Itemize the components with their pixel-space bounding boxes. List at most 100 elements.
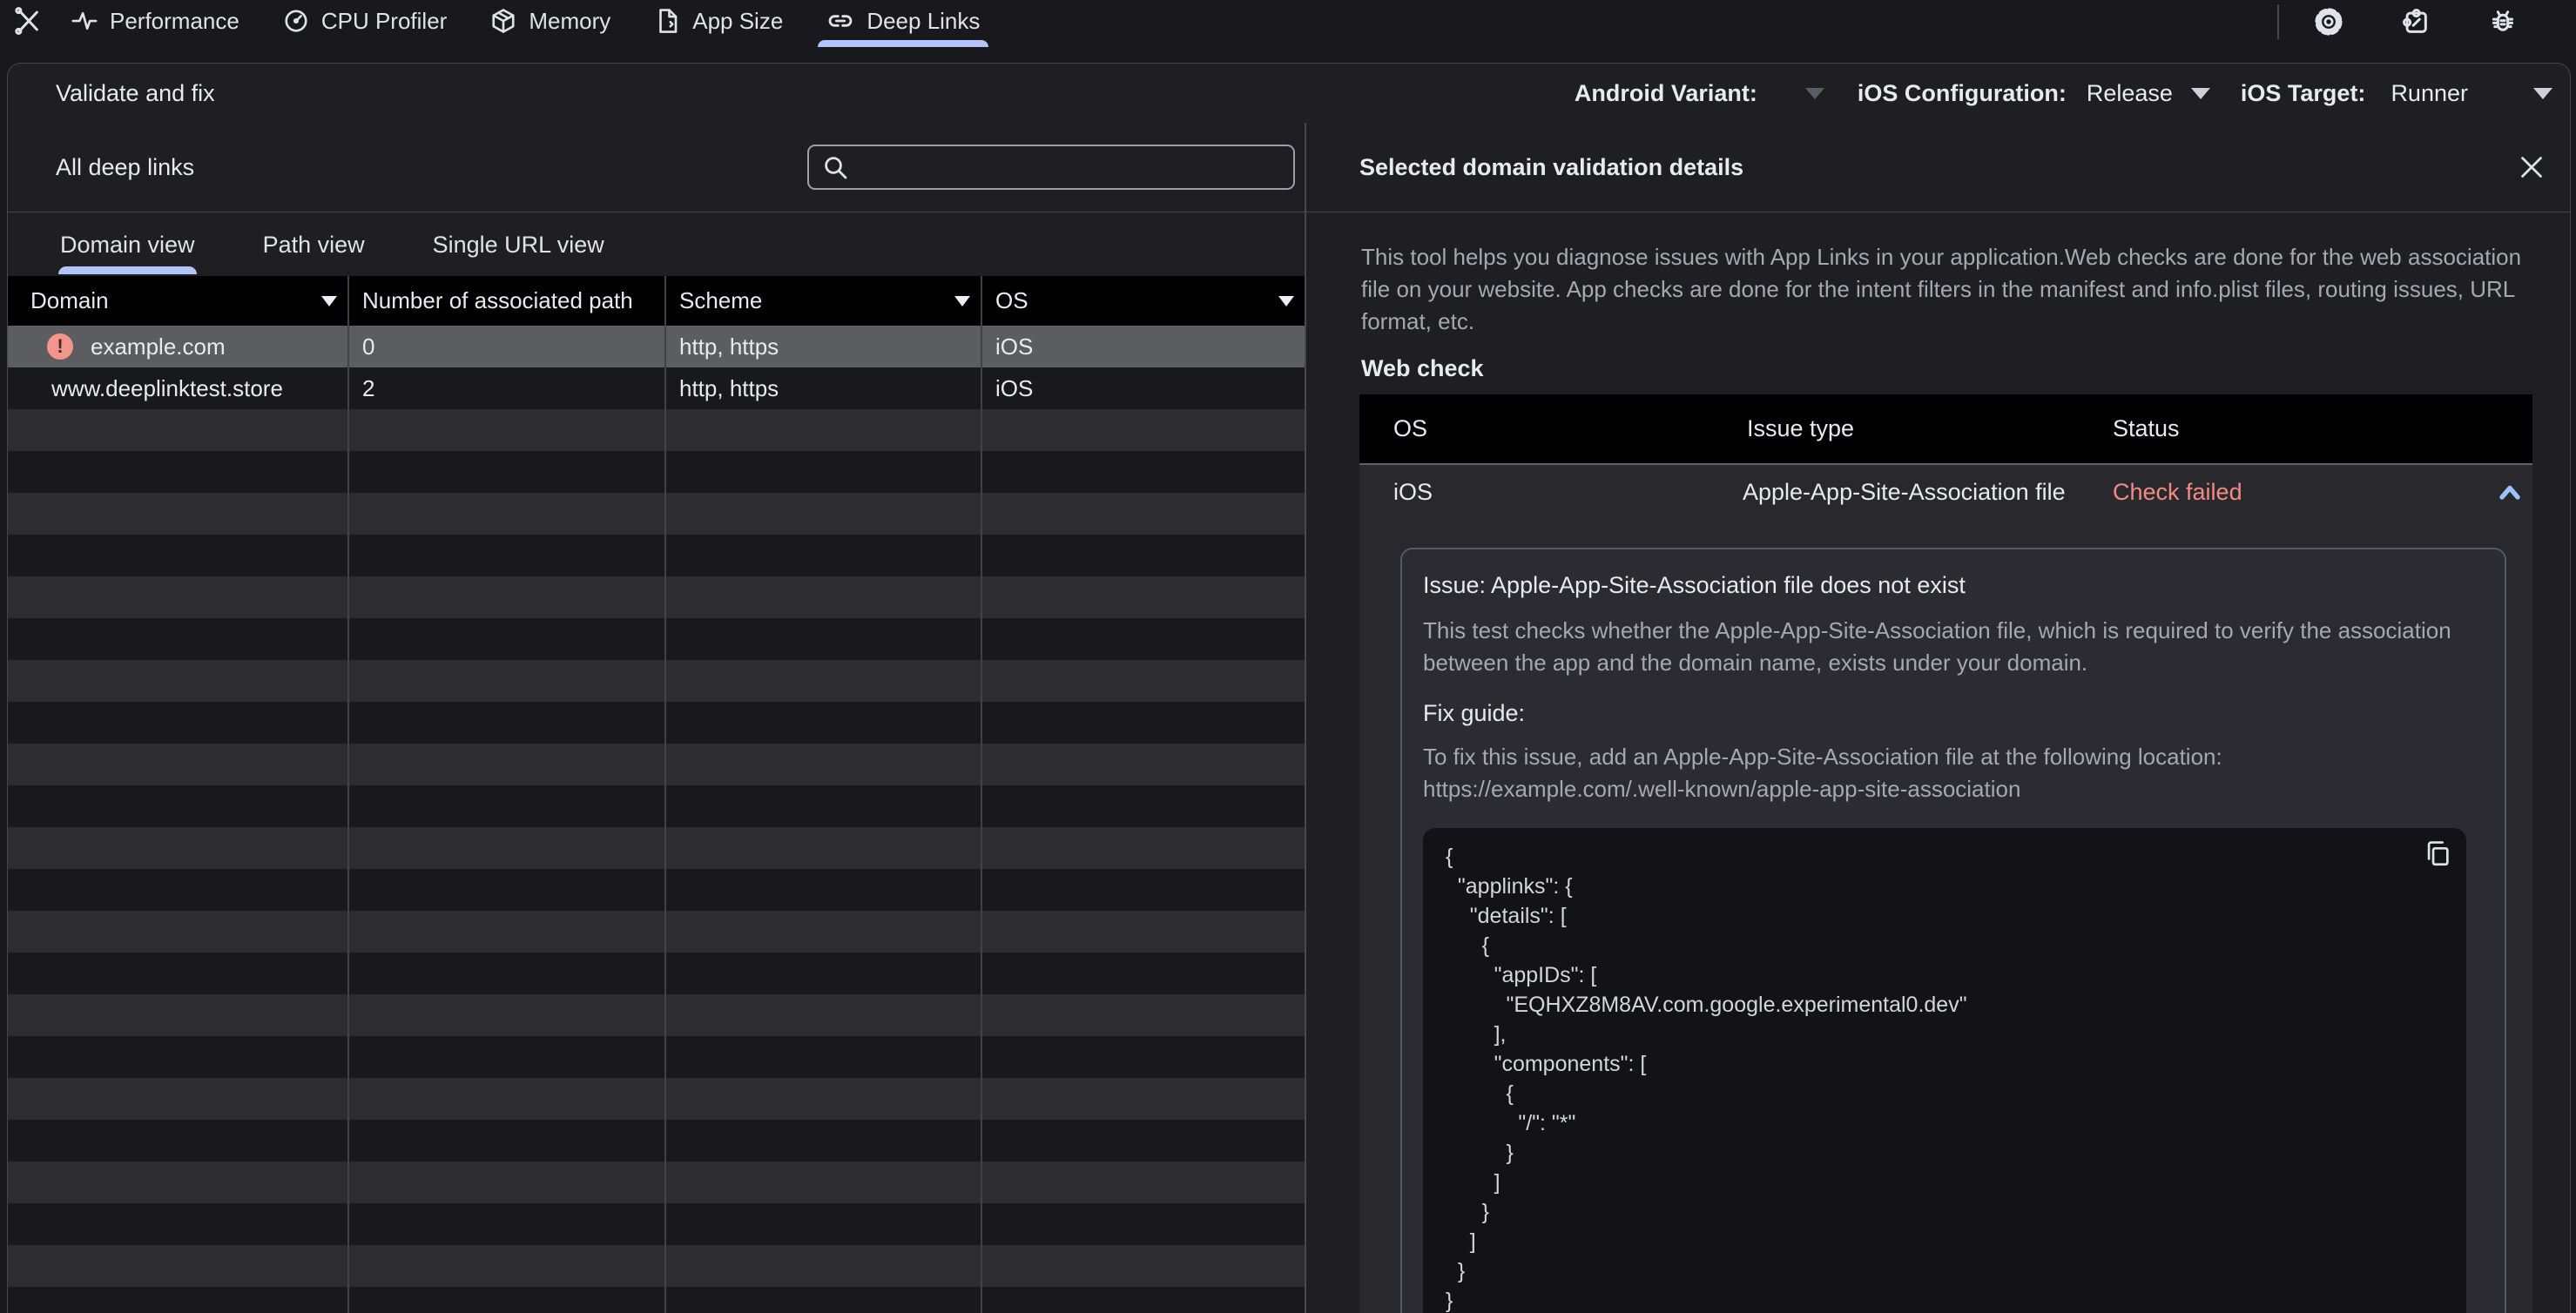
empty-table-row xyxy=(8,994,1305,1036)
search-box xyxy=(807,145,1295,190)
column-header[interactable]: Domain xyxy=(8,276,349,326)
status-badge: Check failed xyxy=(2113,478,2242,505)
package-icon xyxy=(490,8,516,34)
empty-table-row xyxy=(8,744,1305,785)
copy-icon[interactable] xyxy=(2423,838,2452,868)
tab-label: CPU Profiler xyxy=(320,7,448,34)
close-icon[interactable] xyxy=(2516,152,2547,183)
tab-memory[interactable]: Memory xyxy=(485,0,616,42)
ios-target-value[interactable]: Runner xyxy=(2391,80,2468,107)
fix-guide-text: To fix this issue, add an Apple-App-Site… xyxy=(1423,744,2222,802)
file-icon xyxy=(654,8,680,34)
empty-table-row xyxy=(8,660,1305,702)
empty-table-row xyxy=(8,953,1305,994)
web-check-table-header: OS Issue type Status xyxy=(1359,394,2532,463)
ios-configuration-label: iOS Configuration: xyxy=(1857,79,2067,106)
paths-cell: 2 xyxy=(349,367,666,409)
empty-table-row xyxy=(8,911,1305,953)
web-check-table: OS Issue type Status iOS Apple-App-Site-As… xyxy=(1359,394,2532,1313)
topbar-actions xyxy=(2277,4,2576,39)
empty-table-row xyxy=(8,869,1305,911)
tab-deep-links[interactable]: Deep Links xyxy=(818,0,989,47)
details-header: Selected domain validation details xyxy=(1306,123,2570,212)
empty-table-row xyxy=(8,409,1305,451)
tab-path-view[interactable]: Path view xyxy=(263,232,365,276)
tab-domain-view[interactable]: Domain view xyxy=(58,232,197,276)
deep-links-table-header: Domain Number of associated path Scheme OS xyxy=(8,276,1305,326)
empty-table-row xyxy=(8,576,1305,618)
tab-label: Deep Links xyxy=(867,7,981,34)
empty-table-row xyxy=(8,702,1305,744)
issue-fix-card: Issue: Apple-App-Site-Association file d… xyxy=(1400,548,2506,1313)
paths-cell: 0 xyxy=(349,326,666,367)
web-check-heading: Web check xyxy=(1361,355,1484,381)
empty-table-row xyxy=(8,493,1305,535)
check-column-header: Issue type xyxy=(1747,415,1855,441)
tab-label: Performance xyxy=(110,7,239,34)
empty-table-row xyxy=(8,535,1305,576)
os-cell: iOS xyxy=(995,374,1034,401)
tab-cpu-profiler[interactable]: CPU Profiler xyxy=(278,0,452,42)
tab-app-size[interactable]: App Size xyxy=(649,0,788,42)
view-tabs: Domain view Path view Single URL view xyxy=(8,212,1305,276)
validate-and-fix-header: Validate and fix Android Variant: iOS Co… xyxy=(8,64,2570,123)
empty-table-row xyxy=(8,618,1305,660)
column-header[interactable]: Number of associated path xyxy=(349,276,666,326)
column-header[interactable]: Scheme xyxy=(666,276,982,326)
empty-table-row xyxy=(8,1036,1305,1078)
empty-table-row xyxy=(8,451,1305,493)
empty-table-row xyxy=(8,1120,1305,1162)
gauge-icon xyxy=(283,8,309,34)
environment-controls: Android Variant: iOS Configuration: Rele… xyxy=(1575,80,2552,107)
empty-table-row xyxy=(8,1162,1305,1203)
ios-target-dropdown[interactable] xyxy=(2533,87,2552,99)
scheme-cell: http, https xyxy=(666,326,982,367)
sort-dropdown-icon[interactable] xyxy=(954,295,970,306)
deep-links-table: Domain Number of associated path Scheme OS … xyxy=(8,276,1305,1313)
check-os-cell: iOS xyxy=(1393,478,1433,505)
details-content: This tool helps you diagnose issues with… xyxy=(1306,212,2570,1313)
settings-gear-icon[interactable] xyxy=(2314,7,2343,37)
check-status-cell: Check failed xyxy=(2108,479,2532,506)
deep-links-list-pane: All deep links Domain view Path view Sin… xyxy=(8,123,1306,1313)
pulse-icon xyxy=(71,8,98,34)
chevron-up-icon[interactable] xyxy=(2494,479,2525,505)
devtools-logo-icon xyxy=(12,6,42,36)
check-column-header: Status xyxy=(2113,415,2180,441)
check-issue-type-cell: Apple-App-Site-Association file xyxy=(1743,478,2066,505)
web-check-row-ios[interactable]: iOS Apple-App-Site-Association file Chec… xyxy=(1359,463,2532,519)
empty-table-row xyxy=(8,1078,1305,1120)
android-variant-dropdown[interactable] xyxy=(1804,87,1824,99)
aasa-code-block: { "applinks": { "details": [ { "appIDs":… xyxy=(1423,828,2466,1313)
empty-table-row xyxy=(8,827,1305,869)
devtools-app: Performance CPU Profiler Memory App Size… xyxy=(0,0,2576,1313)
page-title: Validate and fix xyxy=(56,79,215,106)
ios-configuration-value[interactable]: Release xyxy=(2087,80,2173,107)
search-input[interactable] xyxy=(858,152,1288,182)
table-row[interactable]: ! example.com 0 http, https iOS xyxy=(8,326,1305,367)
fix-guide-label: Fix guide: xyxy=(1423,700,1526,726)
sort-dropdown-icon[interactable] xyxy=(321,295,337,306)
empty-table-row xyxy=(8,1245,1305,1287)
ios-target-label: iOS Target: xyxy=(2240,79,2366,106)
sort-dropdown-icon[interactable] xyxy=(1278,295,1294,306)
tab-single-url-view[interactable]: Single URL view xyxy=(433,232,604,276)
tab-label: Memory xyxy=(529,7,611,34)
top-tab-bar: Performance CPU Profiler Memory App Size… xyxy=(0,0,2576,52)
tab-performance[interactable]: Performance xyxy=(66,0,245,42)
domain-cell: www.deeplinktest.store xyxy=(8,367,349,409)
android-variant-label: Android Variant: xyxy=(1574,79,1757,106)
column-header[interactable]: OS xyxy=(982,276,1305,326)
scheme-cell: http, https xyxy=(666,367,982,409)
empty-table-row xyxy=(8,785,1305,827)
tool-description: This tool helps you diagnose issues with… xyxy=(1361,244,2522,334)
tab-label: App Size xyxy=(692,7,784,34)
report-bug-icon[interactable] xyxy=(2488,7,2518,37)
table-row[interactable]: www.deeplinktest.store 2 http, https iOS xyxy=(8,367,1305,409)
empty-table-row xyxy=(8,1287,1305,1313)
extensions-puzzle-icon[interactable] xyxy=(2401,7,2431,37)
aasa-code: { "applinks": { "details": [ { "appIDs":… xyxy=(1446,845,1967,1313)
ios-configuration-dropdown[interactable] xyxy=(2190,87,2210,99)
check-column-header: OS xyxy=(1393,415,1428,441)
domain-cell: ! example.com xyxy=(8,326,349,367)
